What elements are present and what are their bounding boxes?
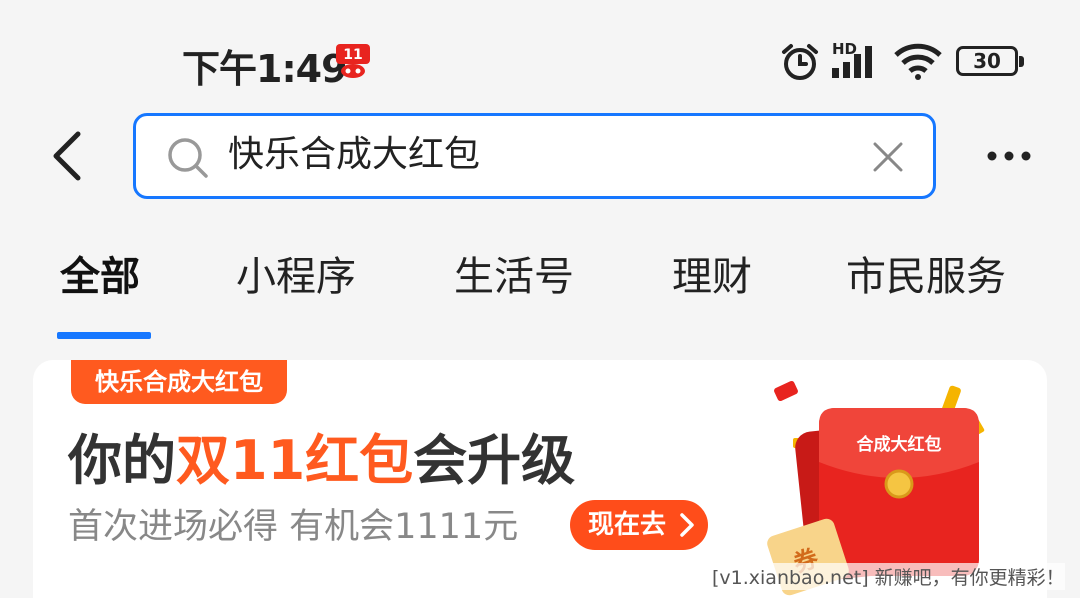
go-now-label: 现在去 [588,510,667,540]
alarm-icon [782,44,818,80]
watermark: [v1.xianbao.net] 新赚吧，有你更精彩！ [712,563,1065,590]
tab-citizen-services[interactable]: 市民服务 [846,245,1006,309]
tab-finance[interactable]: 理财 [672,245,752,309]
tab-mini-programs[interactable]: 小程序 [236,245,356,309]
svg-text:11: 11 [343,47,362,63]
search-icon [168,138,208,178]
close-icon[interactable] [871,140,905,174]
app-notification-icon: 11 [336,44,370,78]
tab-life-accounts[interactable]: 生活号 [454,245,574,309]
tab-all[interactable]: 全部 [60,245,140,309]
headline-prefix: 你的 [68,429,176,492]
search-query[interactable]: 快乐合成大红包 [228,132,480,178]
headline-suffix: 会升级 [413,429,576,492]
promo-headline: 你的双11红包会升级 [68,426,575,496]
category-tabs: 全部 小程序 生活号 理财 市民服务 [0,245,1080,340]
promo-subtitle: 首次进场必得 有机会1111元 [68,507,519,547]
chevron-right-icon [680,513,694,537]
more-horizontal-icon [987,151,1031,161]
chevron-left-icon [53,131,81,181]
status-time: 下午1:49 [182,47,348,91]
wifi-icon [894,43,942,80]
go-now-button[interactable]: 现在去 [570,500,708,550]
status-bar: 下午1:49 11 HD 30 [0,0,1080,110]
more-button[interactable] [984,136,1034,176]
signal-icon [832,46,872,78]
promo-tag: 快乐合成大红包 [71,360,287,404]
search-input[interactable]: 快乐合成大红包 [133,113,936,199]
active-tab-indicator [57,332,151,339]
envelope-label: 合成大红包 [856,435,942,455]
back-button[interactable] [44,128,94,184]
headline-highlight: 双11红包 [176,429,414,492]
battery-icon: 30 [956,46,1024,76]
